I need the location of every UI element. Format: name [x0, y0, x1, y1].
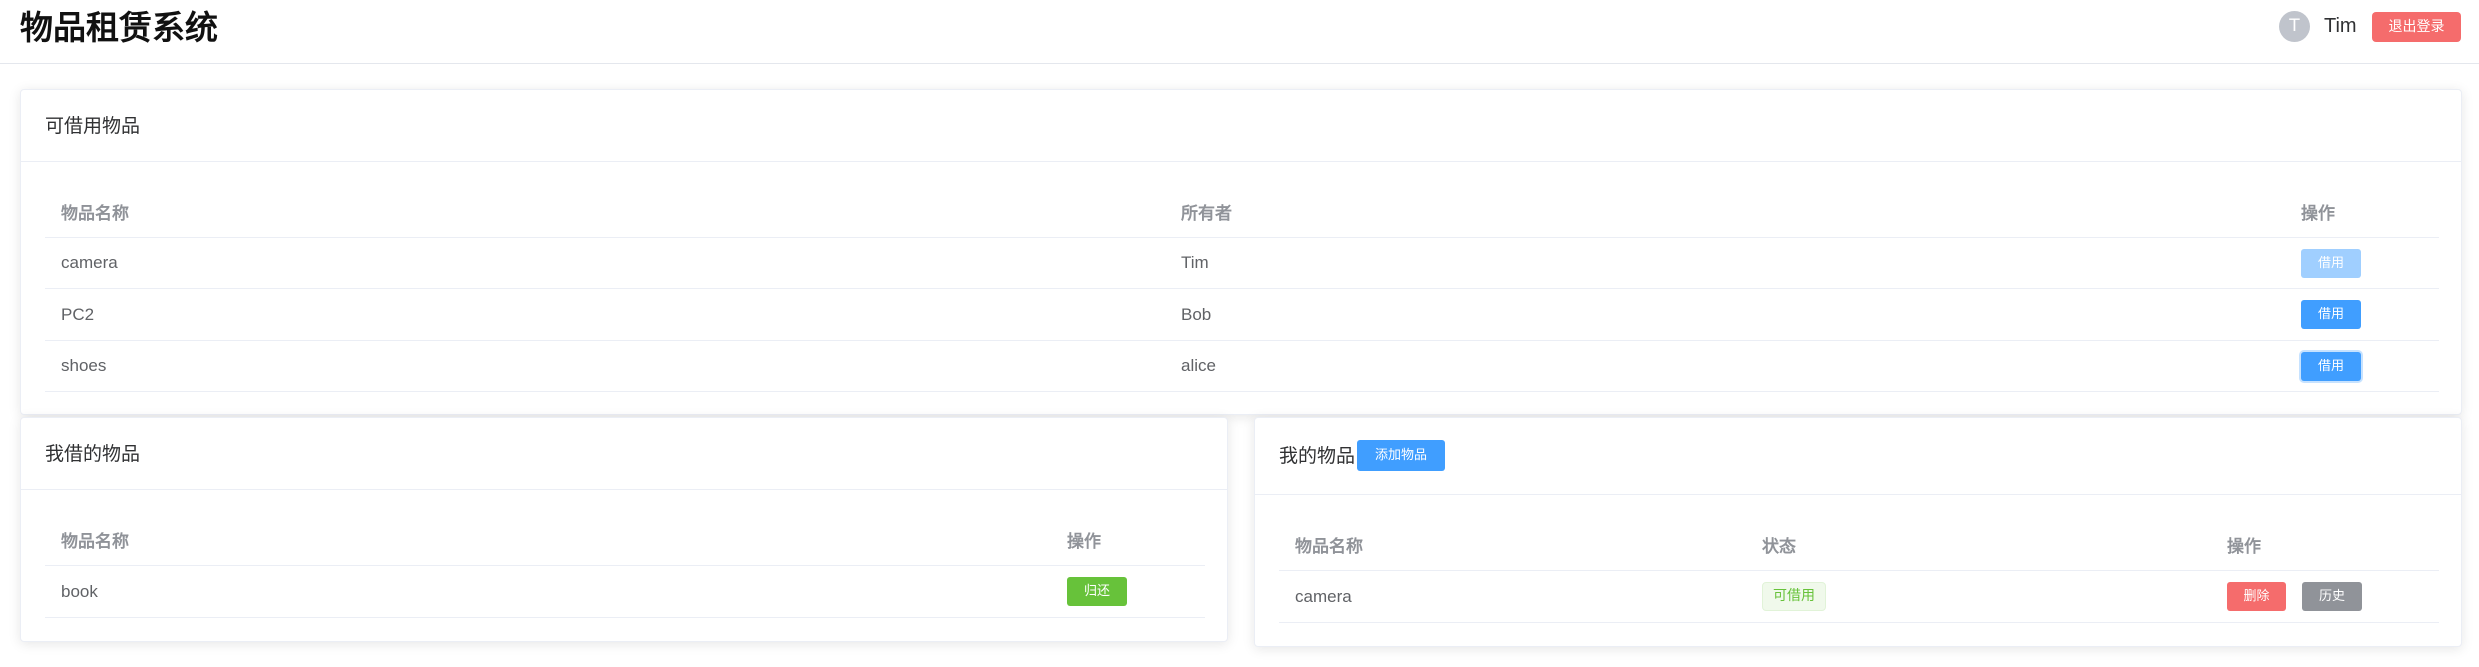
item-name: shoes	[61, 356, 107, 375]
top-header: 物品租赁系统 T Tim 退出登录	[0, 0, 2479, 64]
action-cell: 删除 历史	[2227, 571, 2362, 622]
column-header-name: 物品名称	[1295, 537, 1363, 557]
user-avatar[interactable]: T	[2279, 11, 2310, 42]
table-row: book 归还	[45, 566, 1205, 618]
table-header-row: 物品名称 操作	[45, 514, 1205, 566]
history-button[interactable]: 历史	[2302, 582, 2362, 611]
action-cell: 归还	[1067, 566, 1127, 617]
add-item-button[interactable]: 添加物品	[1357, 440, 1446, 471]
item-owner: Bob	[1181, 304, 1212, 324]
action-cell: 借用	[2301, 289, 2361, 340]
app-title: 物品租赁系统	[20, 8, 218, 47]
column-header-action: 操作	[1067, 532, 1101, 552]
table-header-row: 物品名称 所有者 操作	[45, 186, 2439, 238]
logout-button[interactable]: 退出登录	[2372, 12, 2461, 42]
available-items-card: 可借用物品 物品名称 所有者 操作 camera Tim 借用 PC2 Bob …	[20, 89, 2462, 415]
my-items-table: 物品名称 状态 操作 camera 可借用 删除 历史	[1279, 519, 2439, 623]
item-name: camera	[61, 253, 118, 272]
card-header: 我借的物品	[21, 418, 1227, 490]
column-header-action: 操作	[2301, 204, 2335, 224]
my-items-card: 我的物品 添加物品 物品名称 状态 操作 camera 可借用 删除 历史	[1254, 417, 2462, 647]
table-row: shoes alice 借用	[45, 341, 2439, 392]
card-title: 可借用物品	[45, 115, 141, 137]
column-header-owner: 所有者	[1181, 204, 1232, 224]
delete-button[interactable]: 删除	[2227, 582, 2286, 611]
action-cell: 借用	[2301, 238, 2361, 288]
item-owner: Tim	[1181, 253, 1209, 272]
borrow-button[interactable]: 借用	[2301, 351, 2361, 381]
column-header-name: 物品名称	[61, 204, 129, 224]
borrow-button[interactable]: 借用	[2301, 248, 2361, 278]
card-header: 可借用物品	[21, 90, 2461, 162]
table-row: PC2 Bob 借用	[45, 289, 2439, 341]
item-name: PC2	[61, 304, 95, 324]
card-title-text: 我的物品	[1279, 444, 1356, 467]
username: Tim	[2324, 15, 2357, 37]
card-title: 我借的物品	[45, 443, 141, 465]
item-owner: alice	[1181, 356, 1216, 375]
borrowed-items-card: 我借的物品 物品名称 操作 book 归还	[20, 417, 1228, 642]
table-header-row: 物品名称 状态 操作	[1279, 519, 2439, 571]
status-cell: 可借用	[1762, 571, 1826, 622]
column-header-status: 状态	[1762, 537, 1796, 557]
card-header: 我的物品 添加物品	[1255, 418, 2461, 495]
column-header-name: 物品名称	[61, 532, 129, 552]
borrow-button[interactable]: 借用	[2301, 300, 2361, 329]
table-row: camera 可借用 删除 历史	[1279, 571, 2439, 623]
item-name: camera	[1295, 586, 1352, 606]
column-header-action: 操作	[2227, 537, 2261, 557]
borrowed-items-table: 物品名称 操作 book 归还	[45, 514, 1205, 618]
item-name: book	[61, 581, 98, 601]
return-button[interactable]: 归还	[1067, 577, 1127, 606]
status-badge: 可借用	[1762, 582, 1826, 611]
card-title: 我的物品 添加物品	[1279, 440, 1446, 471]
available-items-table: 物品名称 所有者 操作 camera Tim 借用 PC2 Bob 借用 sho…	[45, 186, 2439, 392]
action-cell: 借用	[2301, 341, 2361, 391]
table-row: camera Tim 借用	[45, 238, 2439, 289]
